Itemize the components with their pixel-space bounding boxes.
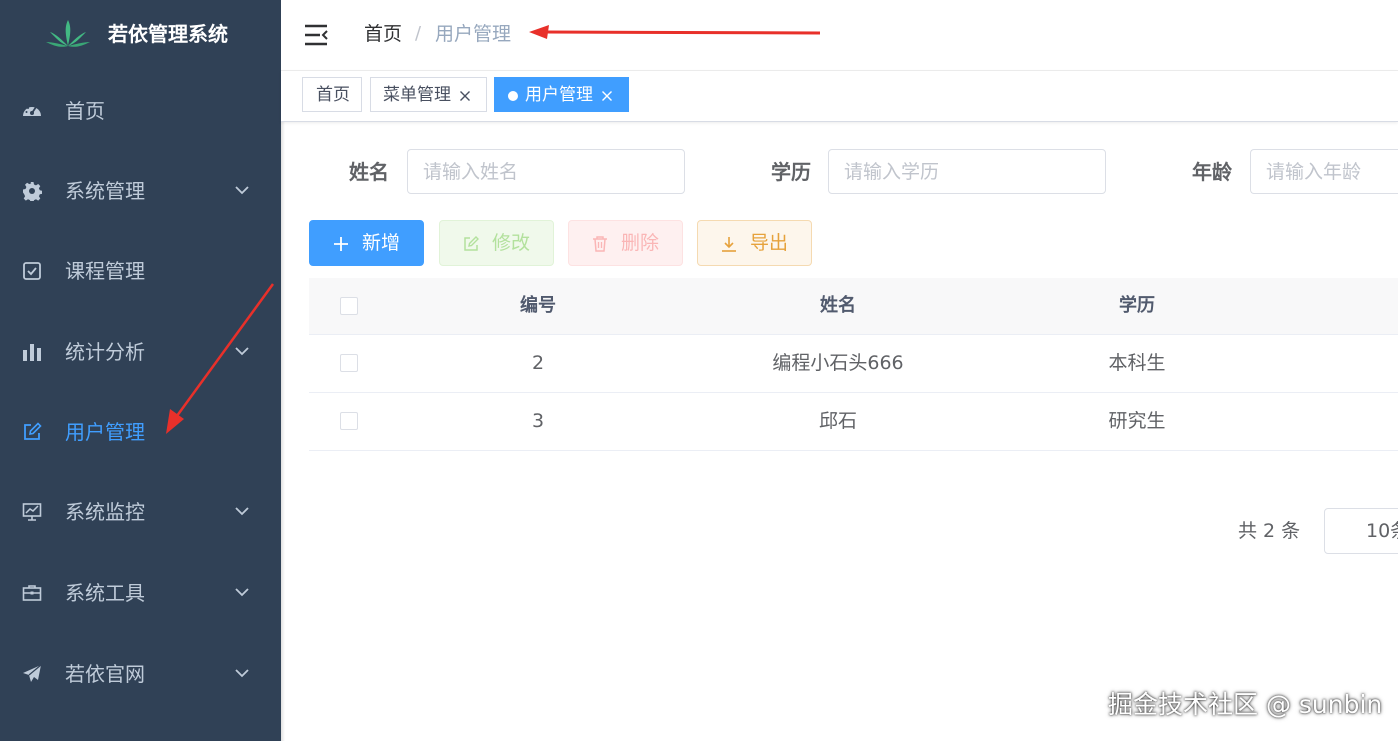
close-icon[interactable] xyxy=(601,90,613,102)
app-title: 若依管理系统 xyxy=(108,22,228,46)
sidebar-item-label: 用户管理 xyxy=(65,420,145,444)
sidebar-item-monitor[interactable]: 系统监控 xyxy=(0,472,281,552)
breadcrumb-separator: / xyxy=(415,23,422,44)
sidebar-item-label: 统计分析 xyxy=(65,340,145,364)
export-button[interactable]: 导出 xyxy=(697,220,812,266)
page-size-select[interactable]: 10条/页 xyxy=(1324,508,1398,554)
cell-id: 3 xyxy=(531,410,545,432)
sidebar-item-label: 若依官网 xyxy=(65,662,145,686)
delete-button-label: 删除 xyxy=(621,232,660,254)
column-header-education: 学历 xyxy=(1119,295,1155,316)
trash-icon xyxy=(593,236,607,252)
toolbox-icon xyxy=(22,585,42,601)
tags-view: 首页 菜单管理 用户管理 xyxy=(281,71,1398,122)
sidebar-item-website[interactable]: 若依官网 xyxy=(0,634,281,714)
table-row[interactable]: 3 邱石 研究生 xyxy=(309,393,1398,451)
row-checkbox[interactable] xyxy=(340,412,358,430)
tag-user-management[interactable]: 用户管理 xyxy=(494,77,629,112)
tag-label: 用户管理 xyxy=(525,85,593,105)
plus-icon xyxy=(334,237,348,251)
column-header-name: 姓名 xyxy=(820,295,856,316)
sidebar-item-label: 课程管理 xyxy=(65,259,145,283)
sidebar-item-label: 系统工具 xyxy=(65,581,145,605)
chevron-down-icon xyxy=(235,507,249,516)
export-button-label: 导出 xyxy=(750,232,789,254)
annotation-arrow-side xyxy=(166,283,275,434)
logo-icon xyxy=(46,20,90,47)
send-icon xyxy=(23,664,42,682)
active-dot xyxy=(508,91,518,101)
name-label: 姓名 xyxy=(349,160,389,184)
name-input[interactable] xyxy=(407,149,685,194)
cell-name: 编程小石头666 xyxy=(772,352,904,374)
age-label: 年龄 xyxy=(1192,160,1232,184)
tag-menu-management[interactable]: 菜单管理 xyxy=(370,77,487,112)
logo[interactable]: 若依管理系统 xyxy=(0,0,281,68)
watermark: 掘金技术社区 @ sunbin xyxy=(1108,690,1383,719)
annotation-arrow-top xyxy=(529,25,821,39)
chevron-down-icon xyxy=(235,186,249,195)
page-size-value: 10条/页 xyxy=(1366,520,1398,542)
row-checkbox[interactable] xyxy=(340,354,358,372)
bar-chart-icon xyxy=(23,344,41,361)
chevron-down-icon xyxy=(235,669,249,678)
table-row[interactable]: 2 编程小石头666 本科生 xyxy=(309,335,1398,393)
sidebar-item-system[interactable]: 系统管理 xyxy=(0,151,281,231)
tag-label: 菜单管理 xyxy=(383,85,451,105)
sidebar-item-label: 系统监控 xyxy=(65,500,145,524)
gear-icon xyxy=(23,182,42,201)
add-button-label: 新增 xyxy=(362,232,401,254)
cell-id: 2 xyxy=(531,352,545,374)
hamburger-icon[interactable] xyxy=(303,22,329,48)
cell-education: 研究生 xyxy=(1108,410,1166,432)
delete-button[interactable]: 删除 xyxy=(568,220,683,266)
column-header-id: 编号 xyxy=(520,295,556,316)
monitor-icon xyxy=(22,503,42,521)
chevron-down-icon xyxy=(235,588,249,597)
pagination-total: 共 2 条 xyxy=(1238,520,1301,542)
close-icon[interactable] xyxy=(459,90,471,102)
edit-icon xyxy=(464,236,479,251)
checkbox-icon xyxy=(23,262,41,280)
edit-button[interactable]: 修改 xyxy=(439,220,554,266)
sidebar-item-label: 系统管理 xyxy=(65,179,145,203)
dashboard-icon xyxy=(23,105,41,116)
table-header: 编号 姓名 学历 xyxy=(309,278,1398,335)
tag-label: 首页 xyxy=(316,85,350,105)
edit-button-label: 修改 xyxy=(492,232,531,254)
edit-icon xyxy=(24,422,42,440)
navbar: 首页 / 用户管理 xyxy=(281,0,1398,71)
sidebar-item-tools[interactable]: 系统工具 xyxy=(0,553,281,633)
breadcrumb-current: 用户管理 xyxy=(435,23,512,45)
breadcrumb-home[interactable]: 首页 xyxy=(364,20,402,48)
education-input[interactable] xyxy=(828,149,1106,194)
add-button[interactable]: 新增 xyxy=(309,220,424,266)
select-all-checkbox[interactable] xyxy=(340,297,358,315)
education-label: 学历 xyxy=(771,160,811,184)
sidebar-item-label: 首页 xyxy=(65,99,105,123)
tag-home[interactable]: 首页 xyxy=(302,77,362,112)
cell-education: 本科生 xyxy=(1108,352,1166,374)
sidebar-item-home[interactable]: 首页 xyxy=(0,71,281,151)
download-icon xyxy=(722,237,736,252)
cell-name: 邱石 xyxy=(818,410,858,432)
age-input[interactable] xyxy=(1250,149,1398,194)
